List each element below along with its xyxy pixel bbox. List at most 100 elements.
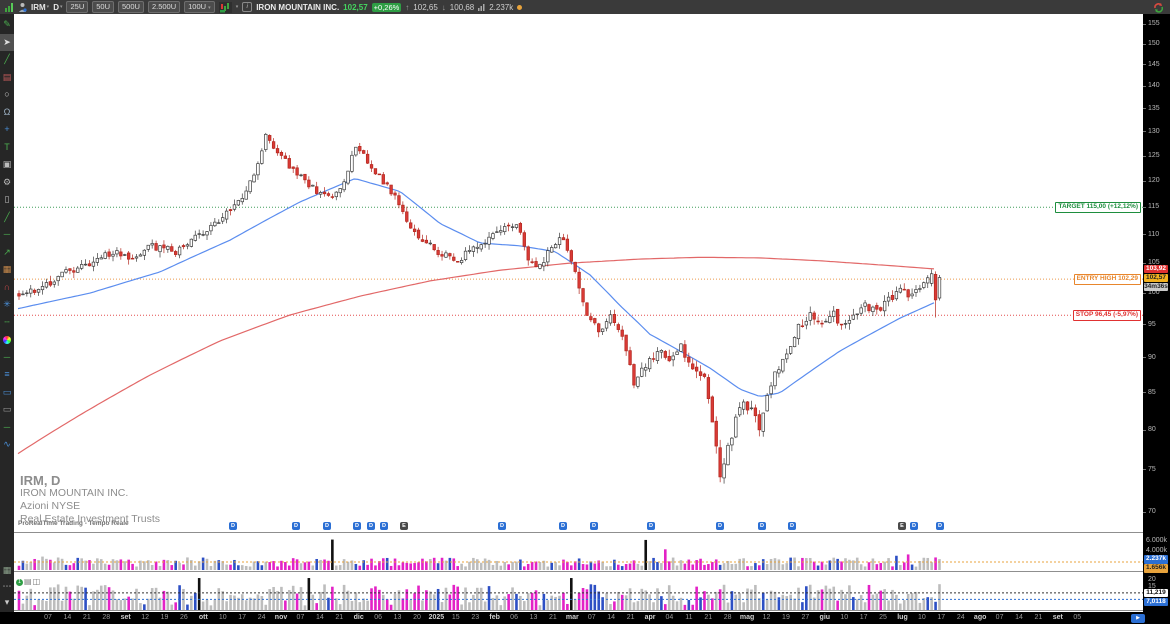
volume-value-tag: 2.237k: [1144, 555, 1168, 564]
pane-page-icon[interactable]: ◫: [33, 578, 41, 586]
magnet-icon[interactable]: ∩: [0, 279, 14, 296]
chart-area[interactable]: IRM, D IRON MOUNTAIN INC. Azioni NYSE Re…: [14, 14, 1143, 612]
price-tick-label: 95: [1148, 321, 1156, 329]
arrow-drawing-icon[interactable]: ↗: [0, 244, 14, 261]
watermark-name: IRON MOUNTAIN INC.: [20, 487, 160, 500]
target-level-label[interactable]: TARGET 115,00 (+12,12%): [1055, 202, 1141, 213]
text-tool-icon[interactable]: T: [0, 139, 14, 156]
watermark-market: Azioni NYSE: [20, 500, 160, 513]
dividend-marker[interactable]: D: [380, 522, 388, 530]
delete-trash-icon[interactable]: ▯: [0, 191, 14, 208]
trendline-icon[interactable]: ╱: [0, 209, 14, 226]
move-tool-icon[interactable]: +: [0, 121, 14, 138]
chart-type-caret-icon[interactable]: ▾: [236, 4, 239, 10]
price-tick-label: 90: [1148, 354, 1156, 362]
dividend-marker[interactable]: D: [323, 522, 331, 530]
line2-icon[interactable]: ─: [0, 419, 14, 436]
account-icon[interactable]: [18, 2, 27, 12]
relative-volume-pane[interactable]: [14, 572, 1143, 610]
volume-pane[interactable]: [14, 533, 1143, 570]
dashed-hline-icon[interactable]: ╌: [0, 314, 14, 331]
arrow-up-icon: ↑: [405, 3, 409, 12]
qty-button-25u[interactable]: 25U: [66, 1, 88, 13]
axis-tick-mark: [1143, 44, 1146, 45]
pane-separator[interactable]: [14, 532, 1170, 533]
collapse-chevron-icon[interactable]: ▾: [0, 594, 14, 611]
ruler-icon[interactable]: ╱: [0, 51, 14, 68]
last-price: 102,57: [343, 3, 367, 12]
qty-button-50u[interactable]: 50U: [92, 1, 114, 13]
dividend-marker[interactable]: D: [292, 522, 300, 530]
zoom-icon[interactable]: ○: [0, 86, 14, 103]
pane-separator[interactable]: [14, 610, 1170, 611]
chevron-down-icon: ▾: [47, 4, 50, 10]
color-wheel-icon[interactable]: [0, 331, 14, 348]
more-tools-icon[interactable]: ⋯: [0, 578, 14, 595]
dividend-marker[interactable]: D: [716, 522, 724, 530]
dividend-marker[interactable]: D: [647, 522, 655, 530]
price-axis[interactable]: 1551501451401351301251201151101051009590…: [1143, 14, 1170, 612]
chart-type-icon[interactable]: [219, 2, 232, 13]
price-tick-label: 150: [1148, 40, 1160, 48]
draw-pencil-icon[interactable]: ✎: [0, 16, 14, 33]
earnings-marker[interactable]: E: [898, 522, 906, 530]
dividend-marker[interactable]: D: [590, 522, 598, 530]
price-chart-icon[interactable]: [4, 2, 14, 12]
arrow-down-icon: ↓: [442, 3, 446, 12]
dividend-marker[interactable]: D: [353, 522, 361, 530]
panel-chart-icon[interactable]: ▦: [0, 562, 14, 579]
tools-icon[interactable]: ⚙: [0, 174, 14, 191]
axis-tick-mark: [1143, 24, 1146, 25]
qty-button-2500u[interactable]: 2.500U: [148, 1, 180, 13]
refresh-icon[interactable]: [1153, 2, 1164, 13]
dividend-marker[interactable]: D: [229, 522, 237, 530]
segment-icon[interactable]: ─: [0, 226, 14, 243]
volume-tick-label: 4.000k: [1146, 547, 1167, 555]
price-tick-label: 145: [1148, 61, 1160, 69]
stop-level-label[interactable]: STOP 96,45 (-5,97%): [1073, 310, 1141, 321]
entry-level-label[interactable]: ENTRY HIGH 102,29: [1074, 274, 1141, 285]
dividend-marker[interactable]: D: [936, 522, 944, 530]
fibonacci-icon[interactable]: ≡: [0, 366, 14, 383]
axis-tick-mark: [1143, 263, 1146, 264]
dividend-marker[interactable]: D: [910, 522, 918, 530]
candlestick-series: [18, 133, 941, 484]
earnings-marker[interactable]: E: [400, 522, 408, 530]
time-axis[interactable]: ▶ 07142128set121926ott101724nov071421dic…: [0, 612, 1170, 624]
dividend-marker[interactable]: D: [758, 522, 766, 530]
pattern-icon[interactable]: ✳: [0, 296, 14, 313]
axis-tick-mark: [1143, 430, 1146, 431]
dividend-marker[interactable]: D: [788, 522, 796, 530]
indicator-count-badge: 1: [16, 579, 23, 586]
multi-chart-icon[interactable]: ▦: [0, 261, 14, 278]
axis-tick-mark: [1143, 207, 1146, 208]
pane-indicator-controls[interactable]: 1 ▤ ◫: [16, 578, 46, 586]
cursor-tool-icon[interactable]: ➤: [0, 34, 14, 51]
qty-selected-dropdown[interactable]: 100U ▾: [184, 1, 215, 13]
pane-separator[interactable]: [14, 571, 1170, 572]
dividend-marker[interactable]: D: [498, 522, 506, 530]
info-icon[interactable]: i: [242, 2, 252, 12]
dividend-marker[interactable]: D: [367, 522, 375, 530]
axis-tick-mark: [1143, 64, 1146, 65]
hline-icon[interactable]: ─: [0, 349, 14, 366]
price-tick-label: 140: [1148, 82, 1160, 90]
qty-button-500u[interactable]: 500U: [118, 1, 144, 13]
price-tick-label: 115: [1148, 203, 1159, 211]
timeframe-select[interactable]: D▾: [53, 3, 62, 12]
symbol-select[interactable]: IRM▾: [31, 3, 49, 12]
ellipse-icon[interactable]: ▭: [0, 401, 14, 418]
alerts-bell-icon[interactable]: Ω: [0, 104, 14, 121]
dividend-marker[interactable]: D: [559, 522, 567, 530]
scroll-to-latest-button[interactable]: ▶: [1131, 614, 1145, 623]
display-settings-icon[interactable]: ▤: [0, 69, 14, 86]
duplicate-icon[interactable]: ▣: [0, 156, 14, 173]
indicator-value-tag: 7,0118: [1144, 598, 1168, 607]
platform-brand: ProRealTime Trading - Tempo Reale: [18, 520, 129, 527]
axis-tick-mark: [1143, 86, 1146, 87]
pane-grid-icon[interactable]: ▤: [24, 578, 32, 586]
rectangle-icon[interactable]: ▭: [0, 384, 14, 401]
zigzag-icon[interactable]: ∿: [0, 436, 14, 453]
drawing-toolbar: ✎➤╱▤○Ω+T▣⚙▯╱─↗▦∩✳╌─≡▭▭─∿▦⋯▾: [0, 14, 14, 612]
price-pane[interactable]: [14, 14, 1143, 533]
